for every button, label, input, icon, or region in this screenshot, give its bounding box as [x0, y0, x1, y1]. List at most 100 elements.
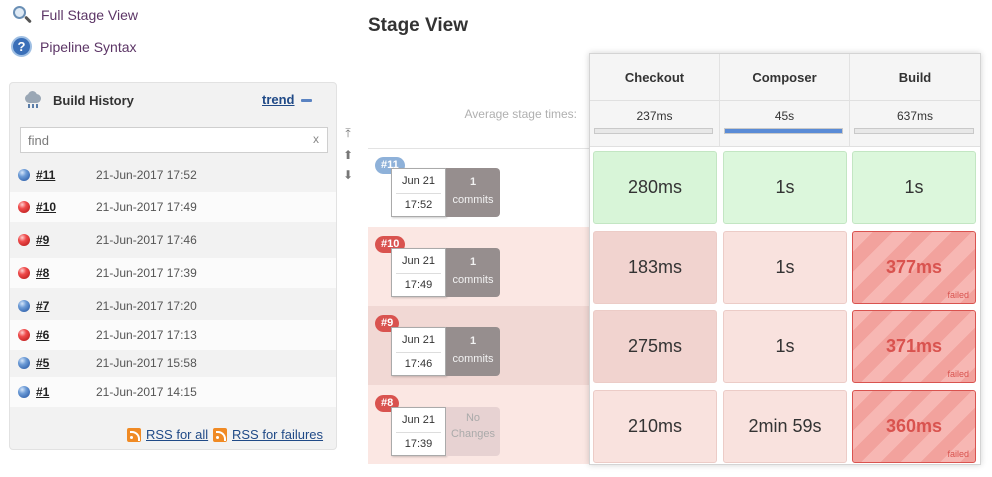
- stage-cell-value: 360ms: [885, 416, 943, 436]
- stage-average-value: 637ms: [896, 109, 934, 123]
- build-date: 21-Jun-2017 14:15: [96, 385, 197, 399]
- help-icon: ?: [11, 36, 32, 57]
- stage-cell[interactable]: 2min 59s: [723, 390, 847, 463]
- stage-cell[interactable]: 1s: [852, 151, 976, 224]
- build-number-link[interactable]: #6: [36, 328, 49, 342]
- cloud-icon: [23, 91, 43, 109]
- stage-cell-failed[interactable]: 377ms failed: [852, 231, 976, 304]
- average-stage-times-label: Average stage times:: [464, 107, 577, 121]
- build-date: 21-Jun-2017 17:20: [96, 299, 197, 313]
- status-red-ball-icon: [18, 234, 30, 246]
- build-date-box: Jun 21 17:49: [391, 248, 446, 297]
- build-row: #9 21-Jun-2017 17:46: [10, 225, 336, 255]
- no-changes-line1: No: [465, 412, 481, 424]
- no-changes-box: No Changes: [446, 407, 500, 456]
- stage-average-checkout: 237ms: [590, 100, 720, 147]
- build-date: 21-Jun-2017 17:39: [96, 266, 197, 280]
- build-search-input[interactable]: [20, 127, 328, 153]
- stage-cell-failed[interactable]: 360ms failed: [852, 390, 976, 463]
- status-blue-ball-icon: [18, 300, 30, 312]
- build-date: 21-Jun-2017 17:52: [96, 168, 197, 182]
- pipeline-syntax-link[interactable]: ? Pipeline Syntax: [11, 36, 137, 57]
- build-row: #1 21-Jun-2017 14:15: [10, 377, 336, 407]
- build-date: 21-Jun-2017 17:46: [96, 233, 197, 247]
- build-history-footer: RSS for all RSS for failures: [10, 415, 336, 449]
- stage-cell[interactable]: 280ms: [593, 151, 717, 224]
- commits-count: 1: [469, 176, 477, 188]
- scroll-up-icon[interactable]: ⬆: [339, 146, 357, 164]
- build-row: #8 21-Jun-2017 17:39: [10, 258, 336, 288]
- build-day: Jun 21: [401, 334, 436, 346]
- stage-cell[interactable]: 210ms: [593, 390, 717, 463]
- stage-average-fill: [725, 129, 842, 133]
- scroll-top-icon[interactable]: ⤒: [339, 124, 357, 142]
- trend-link[interactable]: trend: [262, 92, 295, 107]
- no-changes-line2: Changes: [450, 428, 496, 440]
- build-number-link[interactable]: #9: [36, 233, 49, 247]
- rss-all-link[interactable]: RSS for all: [146, 427, 208, 442]
- scroll-down-icon[interactable]: ⬇: [339, 166, 357, 184]
- stage-cell[interactable]: 183ms: [593, 231, 717, 304]
- rss-icon[interactable]: [127, 428, 141, 442]
- history-scroll-controls: ⤒ ⬆ ⬇: [339, 124, 357, 186]
- status-blue-ball-icon: [18, 169, 30, 181]
- stage-table: Checkout Composer Build 237ms 45s 637ms …: [589, 53, 981, 465]
- build-date-box: Jun 21 17:46: [391, 327, 446, 376]
- build-number-link[interactable]: #7: [36, 299, 49, 313]
- build-date: 21-Jun-2017 17:49: [96, 200, 197, 214]
- build-day: Jun 21: [401, 175, 436, 187]
- search-icon: [11, 4, 33, 26]
- commits-label: commits: [452, 353, 494, 365]
- stage-average-bar: [854, 128, 974, 134]
- status-red-ball-icon: [18, 267, 30, 279]
- build-day: Jun 21: [401, 414, 436, 426]
- trend-icon[interactable]: [301, 99, 312, 102]
- build-row: #6 21-Jun-2017 17:13: [10, 320, 336, 350]
- status-blue-ball-icon: [18, 386, 30, 398]
- build-time: 17:39: [404, 438, 433, 450]
- stage-cell[interactable]: 1s: [723, 151, 847, 224]
- pipeline-syntax-label[interactable]: Pipeline Syntax: [40, 39, 137, 55]
- commits-label: commits: [452, 194, 494, 206]
- failed-tag: failed: [947, 369, 969, 379]
- build-number-link[interactable]: #11: [36, 168, 55, 182]
- commits-box[interactable]: 1 commits: [446, 327, 500, 376]
- full-stage-view-label[interactable]: Full Stage View: [41, 7, 138, 23]
- commits-box[interactable]: 1 commits: [446, 248, 500, 297]
- build-row: #10 21-Jun-2017 17:49: [10, 192, 336, 222]
- stage-cell[interactable]: 1s: [723, 310, 847, 383]
- stage-header-checkout[interactable]: Checkout: [590, 54, 720, 100]
- build-time: 17:49: [404, 279, 433, 291]
- build-date-box: Jun 21 17:39: [391, 407, 446, 456]
- build-date: 21-Jun-2017 15:58: [96, 356, 197, 370]
- build-number-link[interactable]: #8: [36, 266, 49, 280]
- stage-average-bar: [594, 128, 713, 134]
- build-number-link[interactable]: #5: [36, 356, 49, 370]
- rss-icon[interactable]: [213, 428, 227, 442]
- stage-average-build: 637ms: [850, 100, 980, 147]
- stage-cell-value: 377ms: [885, 257, 943, 277]
- build-day: Jun 21: [401, 255, 436, 267]
- status-red-ball-icon: [18, 201, 30, 213]
- stage-average-value: 45s: [774, 109, 795, 123]
- stage-cell-failed[interactable]: 371ms failed: [852, 310, 976, 383]
- stage-average-value: 237ms: [636, 109, 673, 123]
- stage-cell-value: 371ms: [885, 336, 943, 356]
- build-number-link[interactable]: #1: [36, 385, 49, 399]
- stage-header-build[interactable]: Build: [850, 54, 980, 100]
- build-date: 21-Jun-2017 17:13: [96, 328, 197, 342]
- build-number-link[interactable]: #10: [36, 200, 56, 214]
- commits-label: commits: [452, 274, 494, 286]
- commits-box[interactable]: 1 commits: [446, 168, 500, 217]
- stage-average-bar: [724, 128, 843, 134]
- stage-header-composer[interactable]: Composer: [720, 54, 850, 100]
- stage-cell[interactable]: 1s: [723, 231, 847, 304]
- failed-tag: failed: [947, 449, 969, 459]
- full-stage-view-link[interactable]: Full Stage View: [11, 4, 138, 26]
- build-row: #7 21-Jun-2017 17:20: [10, 291, 336, 321]
- build-history-header: Build History trend: [10, 83, 336, 119]
- commits-count: 1: [469, 256, 477, 268]
- clear-search-button[interactable]: x: [313, 132, 319, 146]
- stage-cell[interactable]: 275ms: [593, 310, 717, 383]
- rss-failures-link[interactable]: RSS for failures: [232, 427, 323, 442]
